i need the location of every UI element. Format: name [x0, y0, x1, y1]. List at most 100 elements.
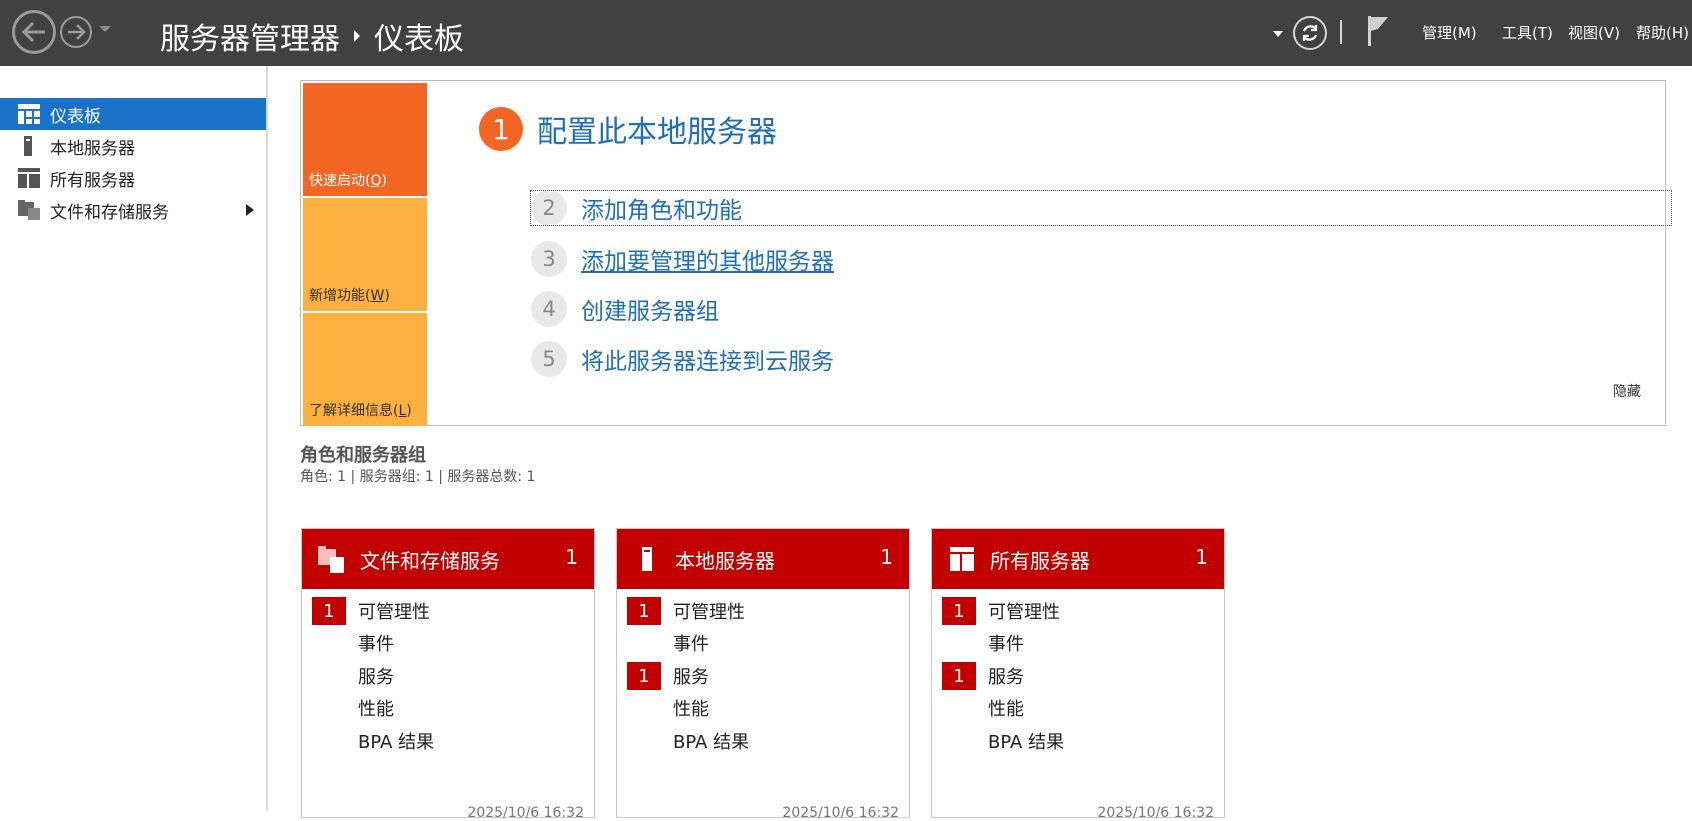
refresh-icon — [1302, 25, 1318, 41]
tile-count: 1 — [565, 545, 578, 569]
alert-badge: 1 — [627, 662, 661, 690]
dashboard-icon — [18, 104, 40, 124]
tile-row-bpa[interactable]: BPA 结果 — [617, 725, 909, 757]
whats-new-label: 新增功能(W) — [309, 288, 390, 304]
sidebar-item-file-storage[interactable]: 文件和存储服务 — [0, 194, 266, 226]
server-icon — [633, 545, 661, 573]
expand-arrow-icon[interactable] — [246, 204, 254, 216]
tile-row-label: 可管理性 — [673, 602, 745, 623]
tile-row-label: 事件 — [673, 634, 709, 655]
tile-header[interactable]: 文件和存储服务 1 — [302, 529, 594, 589]
tile-file-storage[interactable]: 文件和存储服务 1 1 可管理性 事件 服务 性能 BPA 结果 2025/10… — [301, 528, 595, 821]
file-storage-icon — [18, 200, 40, 220]
tile-row-performance[interactable]: 性能 — [302, 692, 594, 724]
notifications-button[interactable] — [1366, 15, 1390, 51]
step-link[interactable]: 添加角色和功能 — [581, 191, 742, 225]
tile-row-label: 事件 — [988, 634, 1024, 655]
tile-title: 本地服务器 — [675, 548, 775, 573]
quick-launch-tab[interactable]: 快速启动(Q) — [303, 83, 427, 196]
section-summary: 角色: 1 | 服务器组: 1 | 服务器总数: 1 — [300, 469, 536, 485]
tile-row-label: 性能 — [358, 699, 394, 720]
step-create-server-group[interactable]: 4 创建服务器组 — [531, 291, 719, 327]
tile-row-label: 服务 — [988, 667, 1024, 688]
forward-button[interactable] — [60, 16, 92, 48]
arrow-left-icon — [21, 21, 45, 43]
step-number: 2 — [531, 190, 567, 226]
tile-row-services[interactable]: 1 服务 — [617, 660, 909, 692]
flag-icon — [1368, 16, 1388, 46]
tile-row-manageability[interactable]: 1 可管理性 — [617, 595, 909, 627]
sidebar-item-dashboard[interactable]: 仪表板 — [0, 98, 266, 130]
tile-header[interactable]: 所有服务器 1 — [932, 529, 1224, 589]
tile-title: 文件和存储服务 — [360, 548, 500, 573]
refresh-button[interactable] — [1293, 16, 1327, 50]
tile-row-label: 性能 — [988, 699, 1024, 720]
tile-row-performance[interactable]: 性能 — [617, 692, 909, 724]
sidebar-item-local-server[interactable]: 本地服务器 — [0, 130, 266, 162]
menu-tools[interactable]: 工具(T) — [1502, 22, 1553, 43]
tile-row-events[interactable]: 事件 — [617, 627, 909, 659]
alert-badge: 1 — [312, 597, 346, 625]
step-number: 1 — [479, 107, 523, 151]
tile-row-services[interactable]: 1 服务 — [932, 660, 1224, 692]
title-dropdown-icon[interactable] — [1273, 31, 1283, 37]
title-bar: 服务器管理器 仪表板 管理(M) 工具(T) 视图(V) 帮助(H) — [0, 0, 1692, 66]
menu-view[interactable]: 视图(V) — [1568, 22, 1620, 43]
tile-row-bpa[interactable]: BPA 结果 — [932, 725, 1224, 757]
hide-link[interactable]: 隐藏 — [1613, 381, 1641, 401]
history-dropdown[interactable] — [99, 26, 111, 32]
breadcrumb-separator-icon — [354, 30, 360, 42]
tile-local-server[interactable]: 本地服务器 1 1 可管理性 事件 1 服务 性能 BPA 结果 2025/10… — [616, 528, 910, 821]
tile-row-performance[interactable]: 性能 — [932, 692, 1224, 724]
tile-timestamp: 2025/10/6 16:32 — [782, 805, 899, 821]
tile-row-events[interactable]: 事件 — [932, 627, 1224, 659]
tile-all-servers[interactable]: 所有服务器 1 1 可管理性 事件 1 服务 性能 BPA 结果 2025/10… — [931, 528, 1225, 821]
menu-manage[interactable]: 管理(M) — [1422, 22, 1477, 43]
section-title: 角色和服务器组 — [300, 445, 426, 466]
sidebar-item-all-servers[interactable]: 所有服务器 — [0, 162, 266, 194]
servers-icon — [18, 168, 40, 188]
step-link[interactable]: 将此服务器连接到云服务 — [581, 342, 834, 376]
tile-row-manageability[interactable]: 1 可管理性 — [302, 595, 594, 627]
tile-count: 1 — [880, 545, 893, 569]
page-title: 仪表板 — [374, 22, 464, 57]
tile-row-events[interactable]: 事件 — [302, 627, 594, 659]
tile-header[interactable]: 本地服务器 1 — [617, 529, 909, 589]
step-connect-cloud[interactable]: 5 将此服务器连接到云服务 — [531, 341, 834, 377]
quick-launch-label: 快速启动(Q) — [309, 173, 387, 189]
tile-row-label: BPA 结果 — [358, 732, 435, 753]
whats-new-tab[interactable]: 新增功能(W) — [303, 198, 427, 311]
alert-badge: 1 — [627, 597, 661, 625]
sidebar-item-label: 本地服务器 — [50, 138, 135, 159]
sidebar-item-label: 仪表板 — [50, 106, 101, 127]
toolbar-divider — [1340, 20, 1342, 44]
alert-badge: 1 — [942, 597, 976, 625]
step-add-servers[interactable]: 3 添加要管理的其他服务器 — [531, 241, 834, 277]
learn-more-tab[interactable]: 了解详细信息(L) — [303, 313, 427, 426]
tile-timestamp: 2025/10/6 16:32 — [1097, 805, 1214, 821]
tile-row-label: 可管理性 — [358, 602, 430, 623]
tile-row-label: 服务 — [358, 667, 394, 688]
tile-row-label: 服务 — [673, 667, 709, 688]
tile-timestamp: 2025/10/6 16:32 — [467, 805, 584, 821]
tile-row-services[interactable]: 服务 — [302, 660, 594, 692]
step-label: 配置此本地服务器 — [537, 115, 777, 150]
menu-help[interactable]: 帮助(H) — [1636, 22, 1689, 43]
breadcrumb: 服务器管理器 仪表板 — [160, 14, 464, 58]
tile-row-manageability[interactable]: 1 可管理性 — [932, 595, 1224, 627]
tile-row-label: 事件 — [358, 634, 394, 655]
learn-more-label: 了解详细信息(L) — [309, 403, 412, 419]
main-content: 快速启动(Q) 新增功能(W) 了解详细信息(L) 1 配置此本地服务器 2 添… — [268, 66, 1692, 821]
sidebar: 仪表板 本地服务器 所有服务器 文件和存储服务 — [0, 66, 268, 811]
step-number: 5 — [531, 341, 567, 377]
step-link[interactable]: 创建服务器组 — [581, 292, 719, 326]
step-link[interactable]: 添加要管理的其他服务器 — [581, 242, 834, 276]
step-configure-local-server[interactable]: 1 配置此本地服务器 — [479, 107, 777, 151]
tile-row-bpa[interactable]: BPA 结果 — [302, 725, 594, 757]
back-button[interactable] — [12, 10, 56, 54]
tile-title: 所有服务器 — [990, 548, 1090, 573]
tile-row-label: 可管理性 — [988, 602, 1060, 623]
step-add-roles-features[interactable]: 2 添加角色和功能 — [530, 190, 1672, 226]
sidebar-item-label: 所有服务器 — [50, 170, 135, 191]
tile-row-label: BPA 结果 — [988, 732, 1065, 753]
